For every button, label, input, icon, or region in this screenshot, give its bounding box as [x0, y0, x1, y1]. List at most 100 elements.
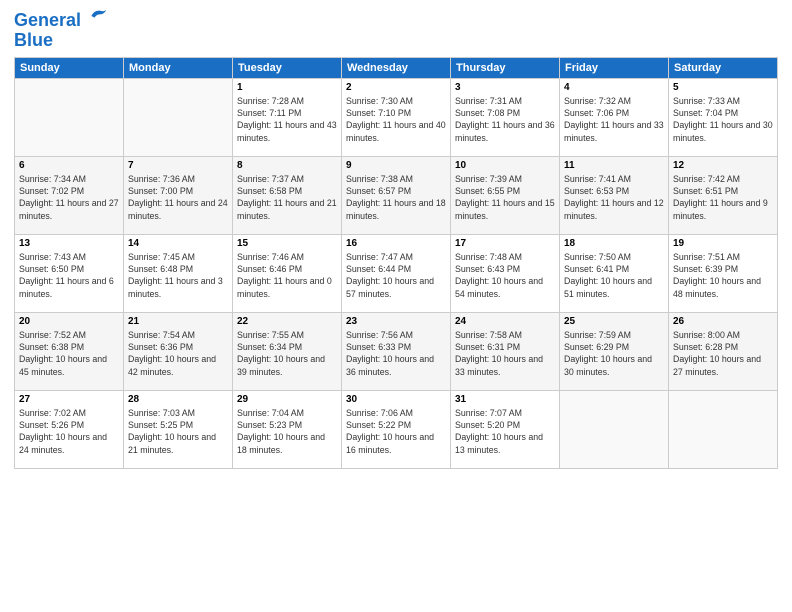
cell-day-number: 16 — [346, 238, 446, 249]
cell-info-text: Sunrise: 7:45 AMSunset: 6:48 PMDaylight:… — [128, 251, 228, 300]
cell-day-number: 13 — [19, 238, 119, 249]
calendar-cell: 20Sunrise: 7:52 AMSunset: 6:38 PMDayligh… — [15, 312, 124, 390]
calendar-cell: 25 Sunrise: 7:59 AMSunset: 6:29 PMDayligh… — [560, 312, 669, 390]
calendar-cell — [15, 78, 124, 156]
cell-info-text: Sunrise: 7:30 AMSunset: 7:10 PMDaylight:… — [346, 95, 446, 144]
calendar-week-row: 27 Sunrise: 7:02 AMSunset: 5:26 PMDayligh… — [15, 390, 778, 468]
cell-info-text: Sunrise: 7:02 AMSunset: 5:26 PMDaylight:… — [19, 407, 119, 456]
cell-day-number: 6 — [19, 160, 119, 171]
cell-day-number: 15 — [237, 238, 337, 249]
calendar-cell: 17 Sunrise: 7:48 AMSunset: 6:43 PMDayligh… — [451, 234, 560, 312]
cell-info-text: Sunrise: 7:52 AMSunset: 6:38 PMDaylight:… — [19, 329, 119, 378]
cell-day-number: 7 — [128, 160, 228, 171]
weekday-header-friday: Friday — [560, 57, 669, 78]
calendar-cell: 22Sunrise: 7:55 AMSunset: 6:34 PMDayligh… — [233, 312, 342, 390]
calendar-cell: 6 Sunrise: 7:34 AMSunset: 7:02 PMDaylight… — [15, 156, 124, 234]
cell-info-text: Sunrise: 7:54 AMSunset: 6:36 PMDaylight:… — [128, 329, 228, 378]
cell-day-number: 5 — [673, 82, 773, 93]
cell-info-text: Sunrise: 7:39 AMSunset: 6:55 PMDaylight:… — [455, 173, 555, 222]
cell-info-text: Sunrise: 7:33 AMSunset: 7:04 PMDaylight:… — [673, 95, 773, 144]
page-header: General Blue — [14, 10, 778, 51]
cell-day-number: 30 — [346, 394, 446, 405]
calendar-header-row: SundayMondayTuesdayWednesdayThursdayFrid… — [15, 57, 778, 78]
calendar-week-row: 20Sunrise: 7:52 AMSunset: 6:38 PMDayligh… — [15, 312, 778, 390]
weekday-header-saturday: Saturday — [669, 57, 778, 78]
cell-info-text: Sunrise: 7:46 AMSunset: 6:46 PMDaylight:… — [237, 251, 337, 300]
cell-day-number: 26 — [673, 316, 773, 327]
cell-info-text: Sunrise: 7:32 AMSunset: 7:06 PMDaylight:… — [564, 95, 664, 144]
cell-day-number: 11 — [564, 160, 664, 171]
cell-info-text: Sunrise: 7:51 AMSunset: 6:39 PMDaylight:… — [673, 251, 773, 300]
logo-text-blue: Blue — [14, 31, 108, 51]
cell-day-number: 19 — [673, 238, 773, 249]
calendar-cell: 19 Sunrise: 7:51 AMSunset: 6:39 PMDayligh… — [669, 234, 778, 312]
calendar-cell: 30 Sunrise: 7:06 AMSunset: 5:22 PMDayligh… — [342, 390, 451, 468]
calendar-cell: 16 Sunrise: 7:47 AMSunset: 6:44 PMDayligh… — [342, 234, 451, 312]
weekday-header-sunday: Sunday — [15, 57, 124, 78]
cell-info-text: Sunrise: 7:43 AMSunset: 6:50 PMDaylight:… — [19, 251, 119, 300]
cell-info-text: Sunrise: 7:04 AMSunset: 5:23 PMDaylight:… — [237, 407, 337, 456]
calendar-cell: 21Sunrise: 7:54 AMSunset: 6:36 PMDayligh… — [124, 312, 233, 390]
logo: General Blue — [14, 10, 108, 51]
cell-day-number: 12 — [673, 160, 773, 171]
cell-day-number: 14 — [128, 238, 228, 249]
calendar-cell: 10Sunrise: 7:39 AMSunset: 6:55 PMDayligh… — [451, 156, 560, 234]
cell-day-number: 2 — [346, 82, 446, 93]
calendar-cell: 14 Sunrise: 7:45 AMSunset: 6:48 PMDayligh… — [124, 234, 233, 312]
calendar-cell: 24 Sunrise: 7:58 AMSunset: 6:31 PMDayligh… — [451, 312, 560, 390]
cell-day-number: 29 — [237, 394, 337, 405]
cell-info-text: Sunrise: 7:59 AMSunset: 6:29 PMDaylight:… — [564, 329, 664, 378]
calendar-cell: 23 Sunrise: 7:56 AMSunset: 6:33 PMDayligh… — [342, 312, 451, 390]
cell-info-text: Sunrise: 7:42 AMSunset: 6:51 PMDaylight:… — [673, 173, 773, 222]
calendar-week-row: 6 Sunrise: 7:34 AMSunset: 7:02 PMDaylight… — [15, 156, 778, 234]
cell-info-text: Sunrise: 7:03 AMSunset: 5:25 PMDaylight:… — [128, 407, 228, 456]
cell-info-text: Sunrise: 7:37 AMSunset: 6:58 PMDaylight:… — [237, 173, 337, 222]
calendar-cell: 5 Sunrise: 7:33 AMSunset: 7:04 PMDaylight… — [669, 78, 778, 156]
cell-day-number: 1 — [237, 82, 337, 93]
cell-day-number: 3 — [455, 82, 555, 93]
cell-day-number: 17 — [455, 238, 555, 249]
cell-info-text: Sunrise: 7:50 AMSunset: 6:41 PMDaylight:… — [564, 251, 664, 300]
cell-info-text: Sunrise: 7:34 AMSunset: 7:02 PMDaylight:… — [19, 173, 119, 222]
calendar-cell: 4Sunrise: 7:32 AMSunset: 7:06 PMDaylight… — [560, 78, 669, 156]
cell-info-text: Sunrise: 7:56 AMSunset: 6:33 PMDaylight:… — [346, 329, 446, 378]
calendar-cell: 1Sunrise: 7:28 AMSunset: 7:11 PMDaylight… — [233, 78, 342, 156]
calendar-week-row: 13 Sunrise: 7:43 AMSunset: 6:50 PMDayligh… — [15, 234, 778, 312]
cell-day-number: 9 — [346, 160, 446, 171]
cell-day-number: 23 — [346, 316, 446, 327]
cell-day-number: 18 — [564, 238, 664, 249]
calendar-week-row: 1Sunrise: 7:28 AMSunset: 7:11 PMDaylight… — [15, 78, 778, 156]
cell-info-text: Sunrise: 7:47 AMSunset: 6:44 PMDaylight:… — [346, 251, 446, 300]
calendar-cell: 12 Sunrise: 7:42 AMSunset: 6:51 PMDayligh… — [669, 156, 778, 234]
weekday-header-tuesday: Tuesday — [233, 57, 342, 78]
cell-day-number: 25 — [564, 316, 664, 327]
cell-info-text: Sunrise: 7:07 AMSunset: 5:20 PMDaylight:… — [455, 407, 555, 456]
calendar-cell: 13 Sunrise: 7:43 AMSunset: 6:50 PMDayligh… — [15, 234, 124, 312]
cell-info-text: Sunrise: 7:38 AMSunset: 6:57 PMDaylight:… — [346, 173, 446, 222]
cell-info-text: Sunrise: 7:41 AMSunset: 6:53 PMDaylight:… — [564, 173, 664, 222]
cell-info-text: Sunrise: 7:48 AMSunset: 6:43 PMDaylight:… — [455, 251, 555, 300]
calendar-cell: 18 Sunrise: 7:50 AMSunset: 6:41 PMDayligh… — [560, 234, 669, 312]
calendar-cell: 7 Sunrise: 7:36 AMSunset: 7:00 PMDaylight… — [124, 156, 233, 234]
cell-day-number: 24 — [455, 316, 555, 327]
calendar-cell: 26Sunrise: 8:00 AMSunset: 6:28 PMDayligh… — [669, 312, 778, 390]
calendar-cell: 8 Sunrise: 7:37 AMSunset: 6:58 PMDaylight… — [233, 156, 342, 234]
weekday-header-thursday: Thursday — [451, 57, 560, 78]
weekday-header-wednesday: Wednesday — [342, 57, 451, 78]
cell-day-number: 27 — [19, 394, 119, 405]
cell-info-text: Sunrise: 7:36 AMSunset: 7:00 PMDaylight:… — [128, 173, 228, 222]
cell-day-number: 31 — [455, 394, 555, 405]
cell-info-text: Sunrise: 7:31 AMSunset: 7:08 PMDaylight:… — [455, 95, 555, 144]
cell-info-text: Sunrise: 7:06 AMSunset: 5:22 PMDaylight:… — [346, 407, 446, 456]
calendar-table: SundayMondayTuesdayWednesdayThursdayFrid… — [14, 57, 778, 469]
weekday-header-monday: Monday — [124, 57, 233, 78]
calendar-cell: 27 Sunrise: 7:02 AMSunset: 5:26 PMDayligh… — [15, 390, 124, 468]
calendar-cell — [669, 390, 778, 468]
cell-info-text: Sunrise: 7:58 AMSunset: 6:31 PMDaylight:… — [455, 329, 555, 378]
calendar-cell: 29 Sunrise: 7:04 AMSunset: 5:23 PMDayligh… — [233, 390, 342, 468]
calendar-cell: 28Sunrise: 7:03 AMSunset: 5:25 PMDayligh… — [124, 390, 233, 468]
cell-day-number: 22 — [237, 316, 337, 327]
calendar-cell — [560, 390, 669, 468]
cell-day-number: 8 — [237, 160, 337, 171]
calendar-cell: 2 Sunrise: 7:30 AMSunset: 7:10 PMDaylight… — [342, 78, 451, 156]
